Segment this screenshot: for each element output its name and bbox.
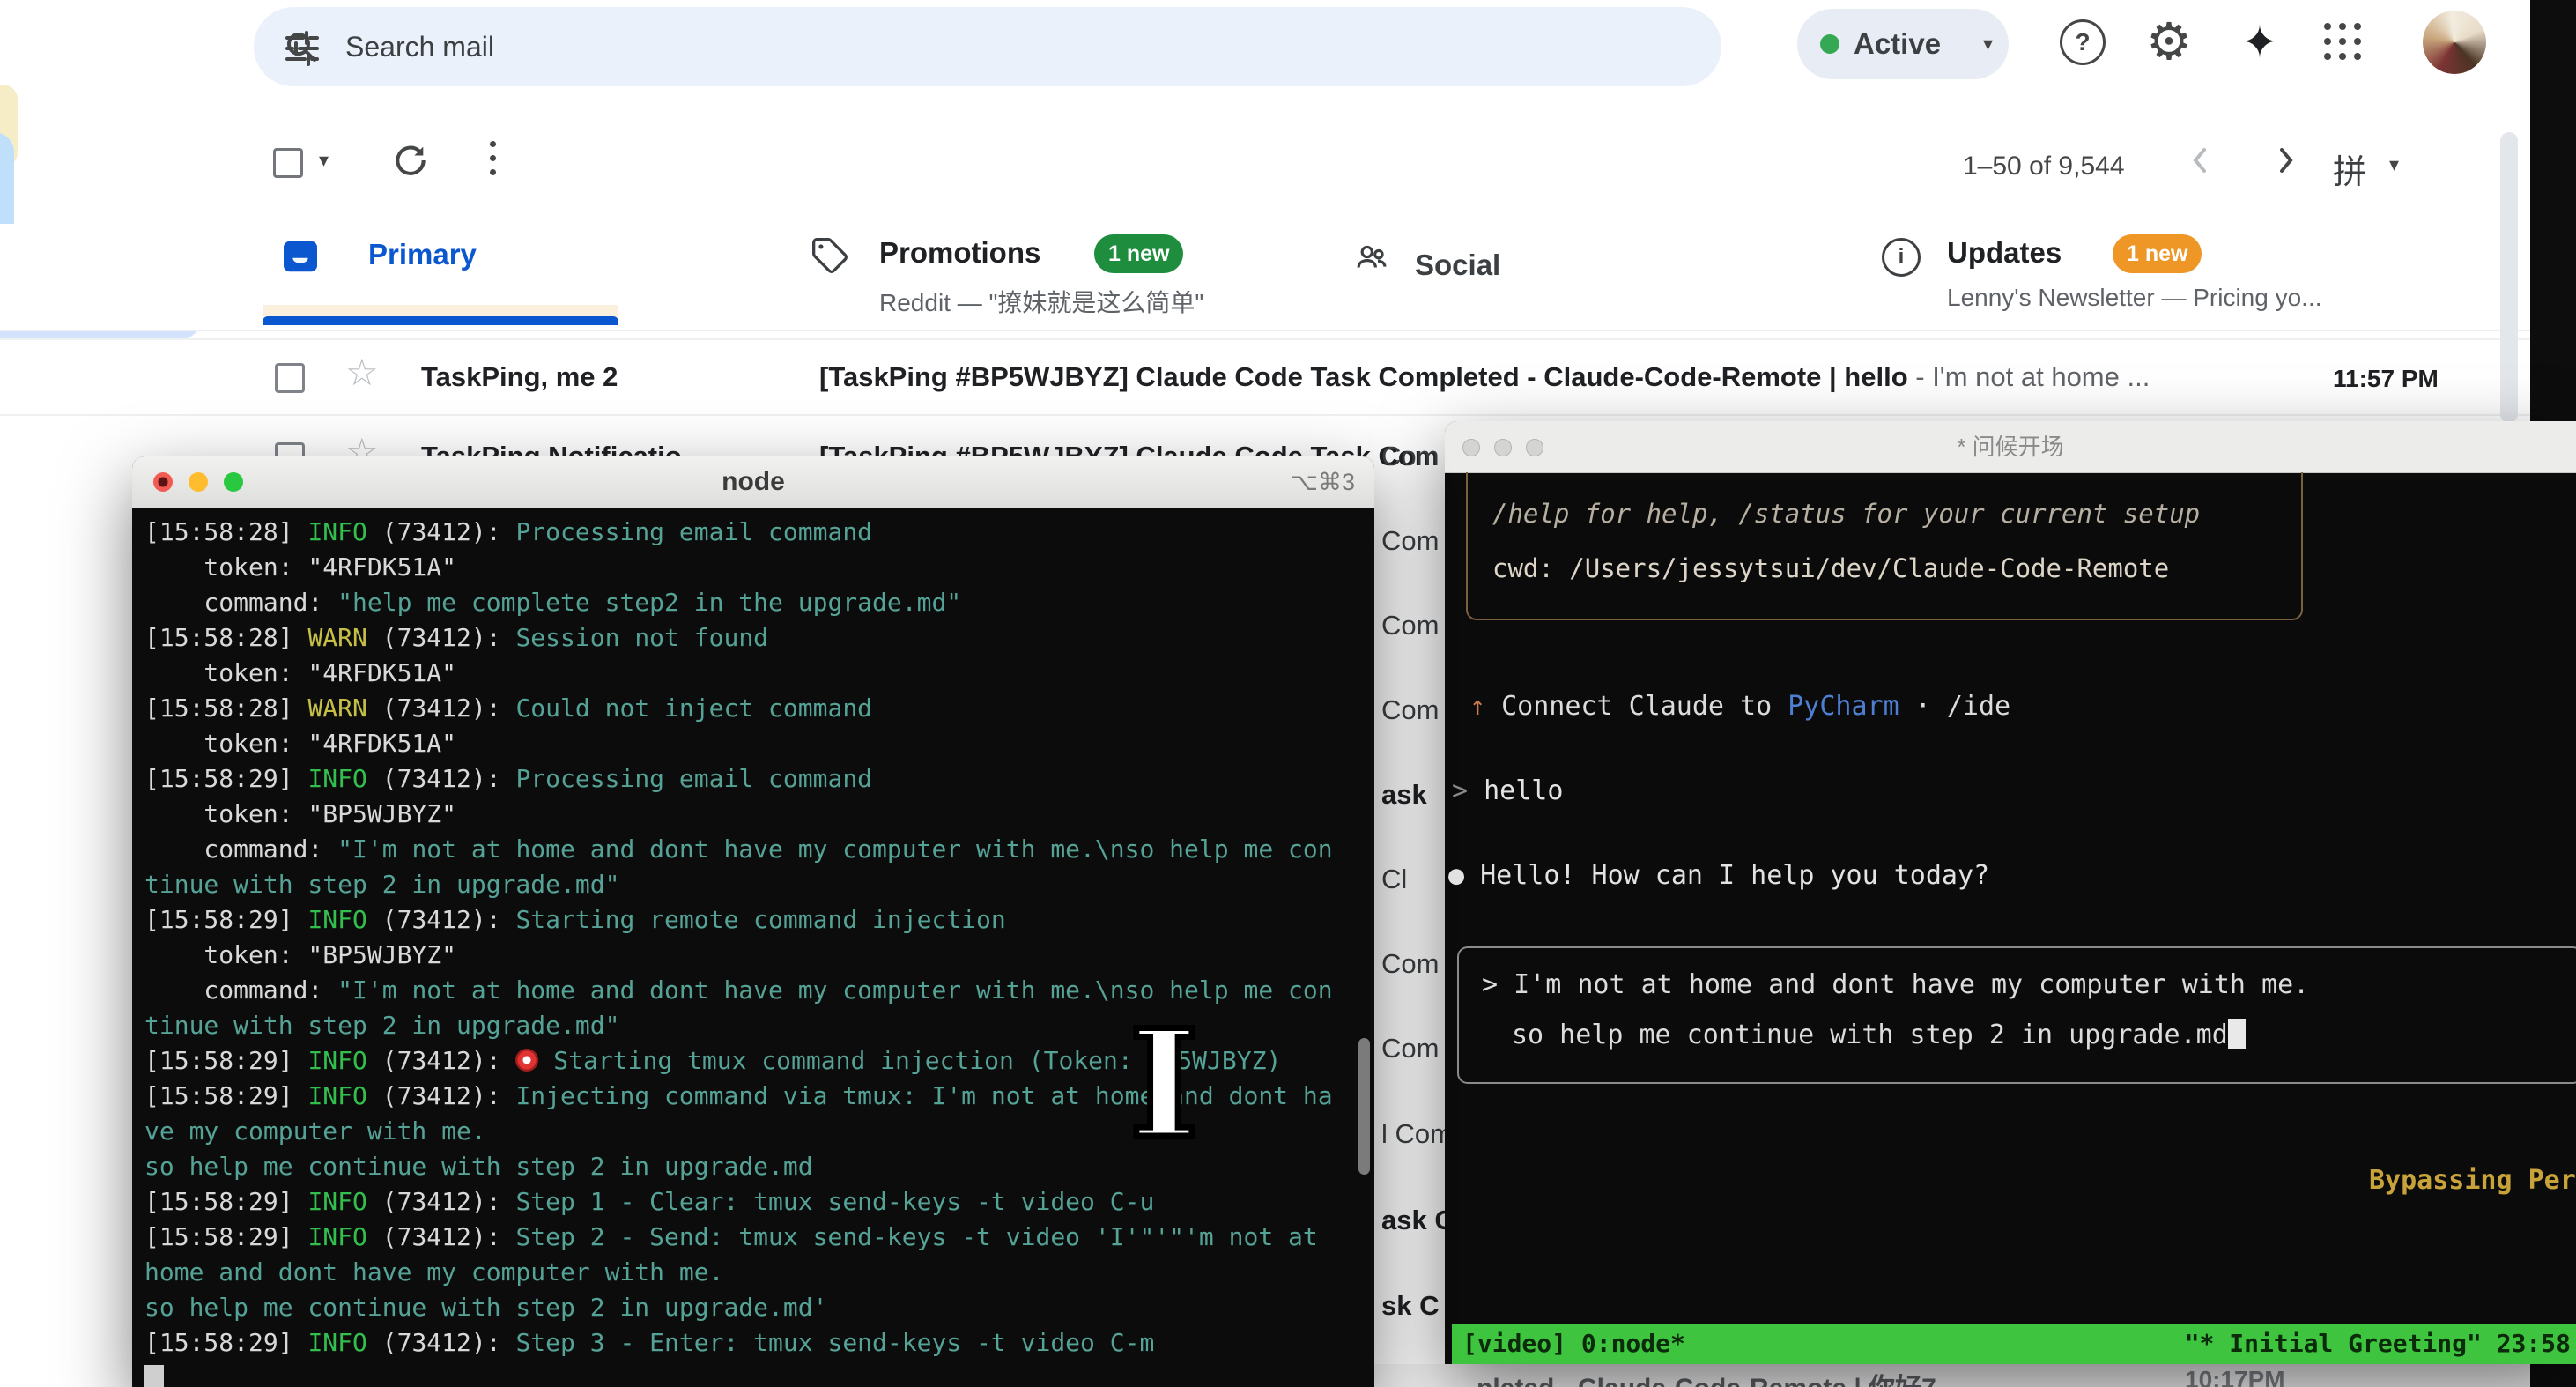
input-method-selector[interactable]: 拼 xyxy=(2333,145,2366,193)
inbox-tab-icon xyxy=(282,240,319,273)
tmux-window-title-clock: "* Initial Greeting" 23:58 xyxy=(2185,1324,2571,1364)
pycharm-link[interactable]: PyCharm xyxy=(1788,691,1899,722)
terminal-title: * 问候开场 xyxy=(1445,421,2576,472)
tip-text: Connect Claude to xyxy=(1501,691,1788,722)
row-sender: TaskPing, me 2 xyxy=(421,361,618,393)
assistant-reply-line: ● Hello! How can I help you today? xyxy=(1448,860,1989,891)
mail-fragment: l Com xyxy=(1381,1118,1453,1150)
avatar[interactable] xyxy=(2423,11,2486,74)
claude-code-session: /help for help, /status for your current… xyxy=(1445,472,2576,1324)
tab-updates-subtitle: Lenny's Newsletter — Pricing yo... xyxy=(1947,284,2322,312)
tmux-session-label: [video] 0:node* xyxy=(1462,1324,1685,1364)
tab-updates-label: Updates xyxy=(1947,236,2062,270)
active-status-dot xyxy=(1820,34,1839,54)
mail-fragment: Com xyxy=(1381,1033,1439,1064)
ime-caret-icon[interactable]: ▾ xyxy=(2389,153,2399,176)
tab-social-label: Social xyxy=(1415,248,1500,282)
input-text-1: I'm not at home and dont have my compute… xyxy=(1514,969,2309,1000)
tab-promotions-subtitle: Reddit — "撩妹就是这么简单" xyxy=(879,284,1203,319)
terminal-window-claude-code[interactable]: * 问候开场 /help for help, /status for your … xyxy=(1445,421,2576,1364)
input-chevron: > xyxy=(1482,969,1514,1000)
up-arrow-icon: ↑ xyxy=(1469,691,1501,722)
row-snippet: - I'm not at home ... xyxy=(1908,361,2150,392)
tip-suffix: · /ide xyxy=(1899,691,2010,722)
ide-tip-line: ↑ Connect Claude to PyCharm · /ide xyxy=(1469,691,2010,722)
pagination-range: 1–50 of 9,544 xyxy=(1963,152,2125,182)
promotions-new-badge: 1 new xyxy=(1094,234,1183,273)
bottom-row-fragment: pleted - Claude-Code-Remote | 你好7 xyxy=(1477,1366,1936,1387)
terminal-scrollbar-thumb[interactable] xyxy=(1358,1038,1370,1175)
newer-page-button[interactable] xyxy=(2183,143,2218,178)
updates-new-badge: 1 new xyxy=(2113,234,2202,273)
tag-icon xyxy=(811,236,849,275)
chat-status-selector[interactable]: Active ▾ xyxy=(1797,9,2009,79)
row-subject: [TaskPing #BP5WJBYZ] Claude Code Task Co… xyxy=(819,361,2150,393)
search-bar[interactable] xyxy=(254,7,1721,86)
mail-fragment: Com xyxy=(1381,610,1439,642)
mail-fragment: Com xyxy=(1381,441,1439,472)
scrollbar[interactable] xyxy=(2500,132,2518,423)
mail-fragment: Cl xyxy=(1381,864,1407,895)
reply-text: Hello! How can I help you today? xyxy=(1480,860,1989,891)
terminal-shortcut: ⌥⌘3 xyxy=(1291,456,1355,508)
help-icon[interactable]: ? xyxy=(2060,19,2106,65)
active-status-label: Active xyxy=(1854,9,1941,79)
bottom-row-time: 10:17PM xyxy=(2185,1366,2285,1387)
bypassing-permissions-label: Bypassing Permissions xyxy=(2369,1165,2576,1196)
terminal-window-node[interactable]: node ⌥⌘3 [15:58:28] INFO (73412): Proces… xyxy=(132,456,1374,1387)
mail-fragment: Com xyxy=(1381,525,1439,557)
claude-welcome-box: /help for help, /status for your current… xyxy=(1466,472,2303,620)
occluded-mail-row-strip: pleted - Claude-Code-Remote | 你好7 10:17P… xyxy=(1374,1364,2530,1387)
prompt-chevron: > xyxy=(1452,775,1484,806)
row-time: 11:57 PM xyxy=(2333,365,2439,393)
input-line-1: > I'm not at home and dont have my compu… xyxy=(1482,969,2309,1000)
tab-primary-label: Primary xyxy=(368,238,477,271)
terminal-title: node xyxy=(132,456,1374,508)
inbox-tabs: Primary Promotions 1 new Reddit — "撩妹就是这… xyxy=(0,224,2530,331)
reply-bullet-icon: ● xyxy=(1448,860,1480,891)
tab-active-underline xyxy=(263,316,618,325)
row-checkbox[interactable] xyxy=(275,363,305,393)
terminal-log-output: [15:58:28] INFO (73412): Processing emai… xyxy=(132,508,1374,1387)
cwd-line: cwd: /Users/jessytsui/dev/Claude-Code-Re… xyxy=(1492,553,2169,583)
older-page-button[interactable] xyxy=(2268,143,2303,178)
mail-fragment: Com xyxy=(1381,948,1439,980)
select-all-checkbox[interactable] xyxy=(273,148,303,178)
settings-gear-icon[interactable]: ⚙ xyxy=(2146,7,2192,78)
select-dropdown-caret[interactable]: ▾ xyxy=(319,148,329,173)
mail-fragment: Com xyxy=(1381,694,1439,726)
text-cursor-block xyxy=(2228,1019,2246,1049)
claude-input-box[interactable]: > I'm not at home and dont have my compu… xyxy=(1457,946,2576,1084)
input-text-2: so help me continue with step 2 in upgra… xyxy=(1512,1020,2228,1050)
mail-fragment: ask C xyxy=(1381,1205,1455,1236)
info-icon: i xyxy=(1882,238,1921,277)
search-input[interactable] xyxy=(344,18,1563,76)
google-apps-icon[interactable] xyxy=(2324,23,2361,60)
mail-row-1[interactable]: ☆ TaskPing, me 2 [TaskPing #BP5WJBYZ] Cl… xyxy=(0,338,2530,416)
more-options-icon[interactable] xyxy=(490,141,496,183)
refresh-icon[interactable] xyxy=(391,141,430,180)
star-icon[interactable]: ☆ xyxy=(345,351,379,394)
chevron-down-icon: ▾ xyxy=(1983,9,1993,79)
help-hint-line: /help for help, /status for your current… xyxy=(1492,499,2200,529)
user-prompt-line: > hello xyxy=(1452,775,1563,806)
tmux-status-bar: [video] 0:node* "* Initial Greeting" 23:… xyxy=(1452,1324,2576,1364)
tab-promotions-label: Promotions xyxy=(879,236,1040,270)
search-options-icon[interactable] xyxy=(284,29,321,66)
mail-fragment: ask xyxy=(1381,779,1427,811)
row-subject-bold: [TaskPing #BP5WJBYZ] Claude Code Task Co… xyxy=(819,361,1908,392)
mail-fragment: sk C xyxy=(1381,1290,1439,1322)
terminal-titlebar[interactable]: node ⌥⌘3 xyxy=(132,456,1374,508)
screen: Active ▾ ? ⚙ ✦ ▾ 1–50 of 9,544 拼 ▾ 6 xyxy=(0,0,2576,1387)
terminal-titlebar[interactable]: * 问候开场 xyxy=(1445,421,2576,473)
tab-highlight xyxy=(263,305,618,317)
gemini-sparkle-icon[interactable]: ✦ xyxy=(2241,7,2278,78)
people-icon xyxy=(1353,240,1390,277)
prompt-text: hello xyxy=(1484,775,1563,806)
input-line-2: so help me continue with step 2 in upgra… xyxy=(1512,1019,2246,1050)
ibeam-mouse-cursor: I xyxy=(1129,1010,1199,1158)
